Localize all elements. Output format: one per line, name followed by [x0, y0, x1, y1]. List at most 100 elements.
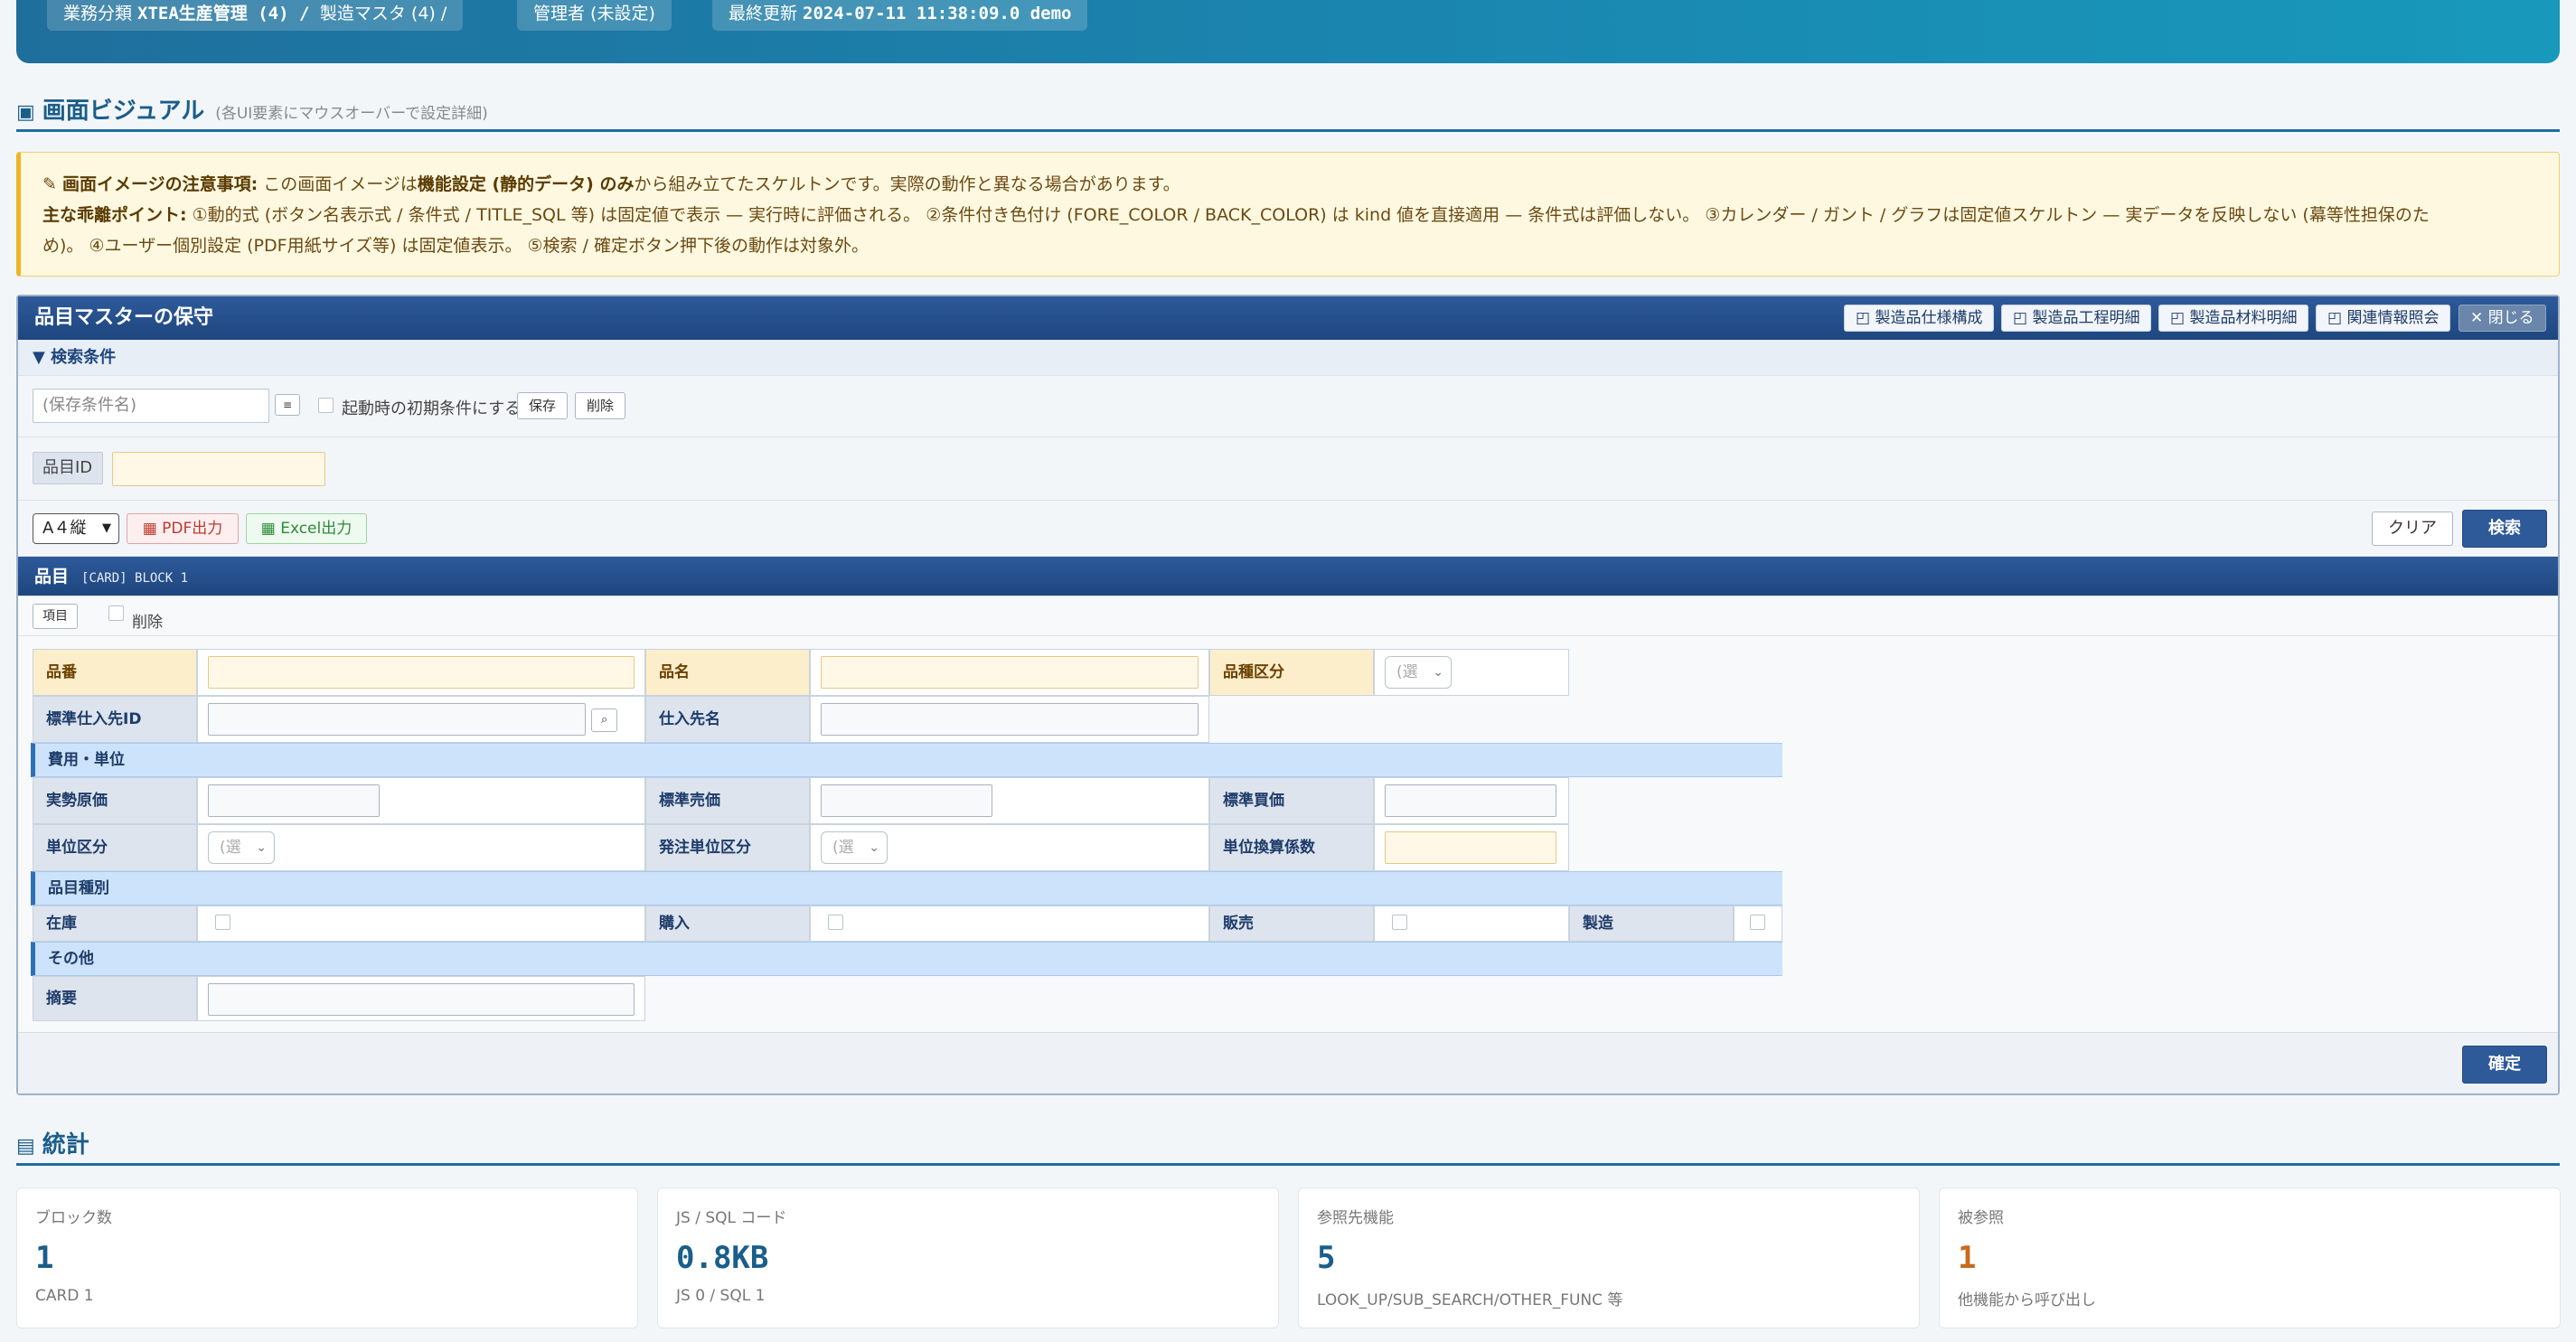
- delete-condition-button[interactable]: 削除: [575, 392, 626, 419]
- toolbar-label: 関連情報照会: [2346, 309, 2440, 327]
- pdf-export-button[interactable]: ▦ PDF出力: [127, 513, 239, 544]
- close-button[interactable]: ✕ 閉じる: [2458, 305, 2546, 332]
- item-id-search-row: 品目ID: [18, 437, 2558, 501]
- stock-checkbox[interactable]: [215, 915, 230, 930]
- output-row: A４縦 ▼ ▦ PDF出力 ▦ Excel出力 クリア 検索: [18, 501, 2558, 557]
- hinmei-label: 品名: [645, 649, 810, 696]
- manufacture-checkbox[interactable]: [1750, 915, 1765, 930]
- purchase-checkbox[interactable]: [828, 915, 843, 930]
- chevron-down-icon: ⌄: [869, 840, 879, 855]
- block-toolbar: 項目 削除: [18, 596, 2558, 636]
- group-cost-header: 費用・単位: [31, 743, 1782, 777]
- section-subtitle: (各UI要素にマウスオーバーで設定詳細): [215, 105, 488, 123]
- item-id-search-input[interactable]: [112, 452, 325, 486]
- header-band: 業務分類 XTEA生産管理 (4) / 製造マスタ (4) / 管理者 (未設定…: [16, 0, 2560, 63]
- toolbar-button-material[interactable]: ◰ 製造品材料明細: [2158, 305, 2309, 332]
- unit-factor-label: 単位換算係数: [1209, 824, 1374, 871]
- notice-text: この画面イメージは: [258, 174, 418, 194]
- unit-factor-input[interactable]: [1385, 831, 1556, 864]
- stat-value: 1: [1958, 1240, 1977, 1276]
- button-label: Excel出力: [280, 520, 353, 538]
- close-label: 閉じる: [2487, 309, 2534, 327]
- clear-button[interactable]: クリア: [2372, 511, 2453, 546]
- block-subtitle: [CARD] BLOCK 1: [81, 571, 189, 586]
- stat-card-code: JS / SQL コード 0.8KB JS 0 / SQL 1: [657, 1187, 1279, 1328]
- supplier-lookup-button[interactable]: ⌕: [591, 709, 618, 732]
- notice-strong: 機能設定 (静的データ) のみ: [417, 174, 635, 194]
- stat-key: ブロック数: [35, 1209, 112, 1227]
- hinshu-kubun-label: 品種区分: [1209, 649, 1374, 696]
- link-icon: ◰: [2327, 309, 2347, 327]
- item-button[interactable]: 項目: [33, 604, 78, 629]
- button-label: 削除: [587, 398, 615, 414]
- std-sell-input[interactable]: [821, 784, 992, 817]
- button-label: 保存: [529, 398, 557, 414]
- label-text: 仕入先名: [659, 710, 720, 728]
- search-icon: ⌕: [601, 713, 608, 727]
- saved-condition-menu-button[interactable]: ≡: [275, 394, 301, 416]
- saved-condition-input[interactable]: (保存条件名): [33, 389, 269, 423]
- label-text: 品種区分: [1223, 663, 1284, 681]
- save-condition-button[interactable]: 保存: [517, 392, 569, 419]
- order-unit-kubun-select[interactable]: (選 ⌄: [821, 831, 888, 864]
- stat-card-blocks: ブロック数 1 CARD 1: [16, 1187, 638, 1328]
- label-text: 品目ID: [42, 458, 93, 477]
- std-buy-input[interactable]: [1385, 784, 1556, 817]
- supplier-name-input[interactable]: [821, 703, 1199, 736]
- button-label: クリア: [2388, 519, 2437, 538]
- group-label: 品目種別: [48, 879, 109, 897]
- sales-checkbox[interactable]: [1392, 915, 1407, 930]
- notice-text: から組み立てたスケルトンです。実際の動作と異なる場合があります。: [634, 174, 1180, 194]
- window-title: 品目マスターの保守: [34, 306, 214, 329]
- stock-cell: [197, 906, 645, 942]
- manufacture-label: 製造: [1569, 906, 1734, 942]
- unit-kubun-label: 単位区分: [33, 824, 197, 871]
- search-conditions-toggle[interactable]: ▼ 検索条件: [18, 340, 2558, 376]
- input-placeholder: (保存条件名): [42, 396, 137, 415]
- search-button[interactable]: 検索: [2462, 510, 2547, 548]
- unit-kubun-select[interactable]: (選 ⌄: [208, 831, 275, 864]
- block-delete-label: 削除: [132, 614, 163, 632]
- chevron-down-icon: ▼: [102, 521, 111, 535]
- group-other-header: その他: [31, 942, 1782, 976]
- sales-label: 販売: [1209, 906, 1374, 942]
- excel-export-button[interactable]: ▦ Excel出力: [246, 513, 367, 544]
- actual-cost-input[interactable]: [208, 784, 380, 817]
- paper-size-select[interactable]: A４縦 ▼: [33, 513, 119, 544]
- default-condition-checkbox[interactable]: [318, 398, 334, 413]
- stat-desc: CARD 1: [35, 1287, 94, 1305]
- label-text: 摘要: [46, 990, 77, 1008]
- stat-desc: JS 0 / SQL 1: [676, 1287, 766, 1305]
- admin-chip: 管理者 (未設定): [517, 0, 672, 31]
- stat-key: 参照先機能: [1317, 1209, 1394, 1227]
- button-label: 確定: [2488, 1055, 2521, 1074]
- std-supplier-id-label: 標準仕入先ID: [33, 696, 197, 743]
- notice-line-3: め)。 ④ユーザー個別設定 (PDF用紙サイズ等) は固定値表示。 ⑤検索 / …: [42, 230, 2537, 261]
- window-footer: 確定: [18, 1032, 2558, 1093]
- toolbar-label: 製造品仕様構成: [1875, 309, 1983, 327]
- summary-input[interactable]: [208, 983, 635, 1016]
- label-text: 製造: [1583, 915, 1613, 933]
- toolbar-button-spec[interactable]: ◰ 製造品仕様構成: [1844, 305, 1995, 332]
- label-text: 品番: [46, 663, 77, 681]
- select-value: A４縦: [42, 519, 87, 538]
- block-delete-checkbox[interactable]: [108, 605, 124, 621]
- form-window: 品目マスターの保守 ◰ 製造品仕様構成 ◰ 製造品工程明細 ◰ 製造品材料明細 …: [16, 295, 2560, 1095]
- toolbar-button-process[interactable]: ◰ 製造品工程明細: [2001, 305, 2152, 332]
- hinshu-kubun-select[interactable]: (選 ⌄: [1385, 656, 1452, 689]
- toolbar-button-related[interactable]: ◰ 関連情報照会: [2316, 305, 2451, 332]
- stats-section-heading: ▤ 統計: [16, 1126, 2560, 1166]
- window-titlebar: 品目マスターの保守 ◰ 製造品仕様構成 ◰ 製造品工程明細 ◰ 製造品材料明細 …: [18, 296, 2558, 340]
- notice-line-2: 主な乖離ポイント: ①動的式 (ボタン名表示式 / 条件式 / TITLE_SQ…: [42, 200, 2537, 230]
- label-text: 品名: [659, 663, 690, 681]
- std-supplier-id-input[interactable]: [208, 703, 586, 736]
- label-text: 購入: [659, 915, 690, 933]
- std-buy-label: 標準買価: [1209, 777, 1374, 824]
- std-sell-label: 標準売価: [645, 777, 810, 824]
- section-title: 画面ビジュアル: [42, 98, 205, 125]
- confirm-button[interactable]: 確定: [2462, 1046, 2547, 1084]
- stat-key: 被参照: [1958, 1209, 2004, 1227]
- hinban-label: 品番: [33, 649, 197, 696]
- hinban-input[interactable]: [208, 656, 635, 689]
- hinmei-input[interactable]: [821, 656, 1199, 689]
